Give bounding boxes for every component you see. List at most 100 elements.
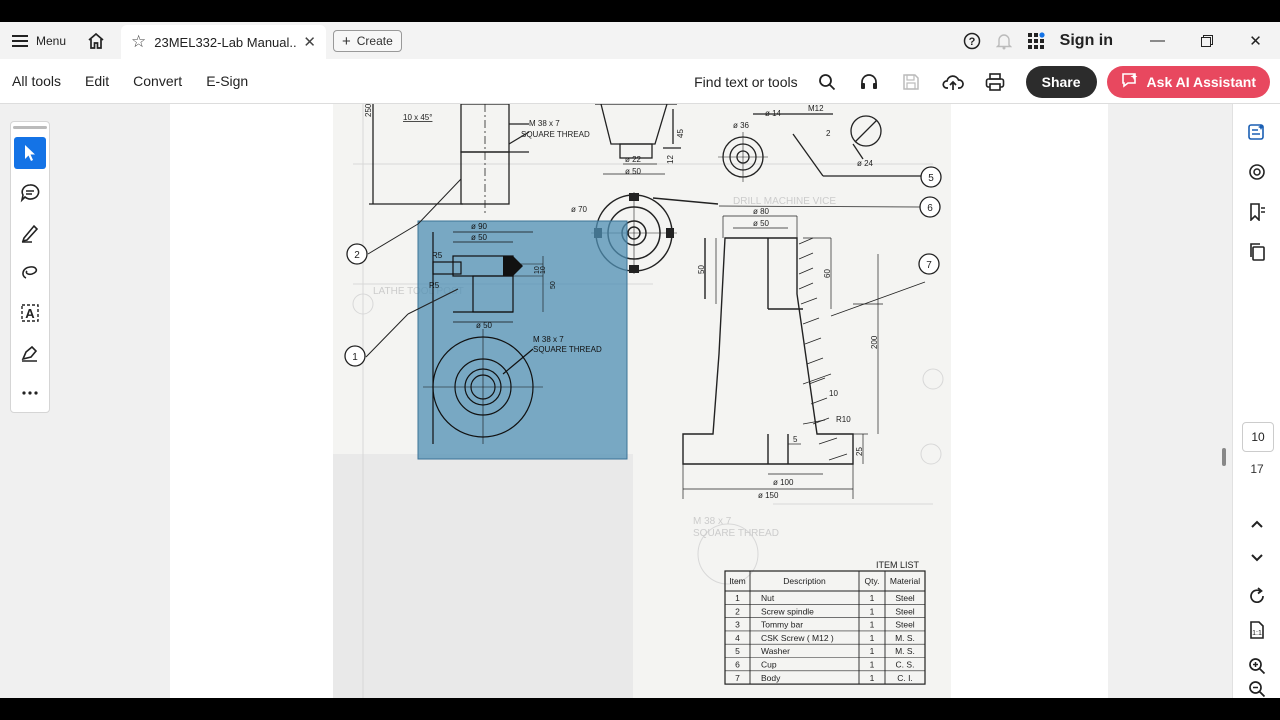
restore-icon[interactable] <box>1182 22 1231 59</box>
zoom-out-icon[interactable] <box>1233 680 1280 698</box>
label-d50-top: ø 50 <box>625 167 642 176</box>
label-m12: M12 <box>808 104 824 113</box>
home-button[interactable] <box>78 22 114 59</box>
more-dots-icon <box>22 391 38 395</box>
tab-title: 23MEL332-Lab Manual... <box>154 34 298 50</box>
table-cell: Washer <box>761 646 790 656</box>
table-cell: 1 <box>870 620 875 630</box>
star-icon[interactable]: ☆ <box>131 32 146 52</box>
label-two: 2 <box>826 129 831 138</box>
svg-text:M 38 x 7: M 38 x 7 <box>693 516 732 527</box>
svg-text:2: 2 <box>354 250 360 261</box>
table-cell: C. I. <box>897 673 913 683</box>
label-d36: ø 36 <box>733 121 750 130</box>
highlight-tool[interactable] <box>14 217 46 249</box>
read-aloud-headphones-icon[interactable] <box>848 59 890 104</box>
close-tab-icon[interactable]: ✕ <box>303 33 316 51</box>
scrollbar-thumb[interactable] <box>1222 448 1226 466</box>
label-d50-c: ø 50 <box>753 219 770 228</box>
print-icon[interactable] <box>974 59 1016 104</box>
hamburger-icon <box>12 32 28 50</box>
cursor-arrow-icon <box>25 145 35 161</box>
label-d14: ø 14 <box>765 109 782 118</box>
create-label: Create <box>356 34 393 48</box>
convert-menu[interactable]: Convert <box>121 73 194 89</box>
table-cell: Tommy bar <box>761 620 803 630</box>
document-viewport[interactable]: LATHE TOOL POST DRILL MACHINE VICE M 38 … <box>170 104 1108 698</box>
chevron-down-icon[interactable] <box>1233 538 1280 578</box>
item-list-title: ITEM LIST <box>876 560 920 570</box>
document-tab[interactable]: ☆ 23MEL332-Lab Manual... ✕ <box>121 25 326 59</box>
search-icon[interactable] <box>806 59 848 104</box>
text-box-tool[interactable]: A <box>14 297 46 329</box>
table-header-cell: Description <box>783 576 826 586</box>
label-thread2-size: M 38 x 7 <box>533 335 564 344</box>
title-bar: Menu ☆ 23MEL332-Lab Manual... ✕ + Create… <box>0 22 1280 59</box>
dim-250: 250 <box>364 104 373 117</box>
create-button[interactable]: + Create <box>333 30 402 52</box>
svg-text:SQUARE THREAD: SQUARE THREAD <box>693 528 779 539</box>
panel-grip[interactable] <box>13 126 47 129</box>
share-button[interactable]: Share <box>1025 65 1097 98</box>
minimize-icon[interactable]: — <box>1133 22 1182 59</box>
table-cell: Steel <box>895 606 914 616</box>
help-icon[interactable]: ? <box>956 22 988 59</box>
dim-45: 45 <box>676 129 685 138</box>
select-tool[interactable] <box>14 137 46 169</box>
label-d70: ø 70 <box>571 205 588 214</box>
notification-bell-icon[interactable] <box>988 22 1020 59</box>
edit-menu[interactable]: Edit <box>73 73 121 89</box>
svg-text:DRILL MACHINE VICE: DRILL MACHINE VICE <box>733 196 836 207</box>
label-d90: ø 90 <box>471 222 488 231</box>
table-cell: 1 <box>870 606 875 616</box>
table-cell: 3 <box>735 620 740 630</box>
esign-menu[interactable]: E-Sign <box>194 73 260 89</box>
ai-assistant-button[interactable]: Ask AI Assistant <box>1106 65 1270 98</box>
all-tools-menu[interactable]: All tools <box>0 73 73 89</box>
bookmark-icon[interactable] <box>1233 192 1280 232</box>
current-page-input[interactable]: 10 <box>1242 422 1274 452</box>
more-tools-button[interactable] <box>14 377 46 409</box>
balloon-6: 6 <box>919 196 941 218</box>
label-r10: R10 <box>836 415 851 424</box>
label-d100: ø 100 <box>773 478 794 487</box>
sign-in-button[interactable]: Sign in <box>1052 32 1133 50</box>
add-comment-tool[interactable] <box>14 177 46 209</box>
balloon-1: 1 <box>344 345 366 367</box>
table-cell: Body <box>761 673 781 683</box>
fit-page-icon[interactable]: 1:1 <box>1233 610 1280 650</box>
close-window-icon[interactable]: ✕ <box>1231 22 1280 59</box>
label-d80: ø 80 <box>753 207 770 216</box>
svg-text:A: A <box>25 306 35 321</box>
table-cell: Cup <box>761 660 777 670</box>
comment-panel-icon[interactable] <box>1233 112 1280 152</box>
ai-chat-icon[interactable] <box>1233 152 1280 192</box>
table-cell: 1 <box>735 593 740 603</box>
table-cell: 6 <box>735 660 740 670</box>
svg-text:6: 6 <box>927 203 933 214</box>
find-text-label[interactable]: Find text or tools <box>694 74 798 90</box>
label-fifty-body: 50 <box>697 265 706 274</box>
svg-text:?: ? <box>968 36 975 48</box>
label-twenty-five: 25 <box>855 447 864 456</box>
table-cell: 2 <box>735 606 740 616</box>
menu-button[interactable]: Menu <box>0 22 78 59</box>
label-d150: ø 150 <box>758 491 779 500</box>
table-cell: M. S. <box>895 646 915 656</box>
label-d22: ø 22 <box>625 155 642 164</box>
apps-grid-icon[interactable] <box>1020 22 1052 59</box>
draw-tool[interactable] <box>14 257 46 289</box>
table-header-cell: Qty. <box>865 576 880 586</box>
table-cell: 7 <box>735 673 740 683</box>
table-cell: 4 <box>735 633 740 643</box>
table-cell: M. S. <box>895 633 915 643</box>
sign-pen-icon <box>21 345 38 362</box>
svg-text:1:1: 1:1 <box>1252 630 1262 637</box>
save-icon[interactable] <box>890 59 932 104</box>
upload-cloud-icon[interactable] <box>932 59 974 104</box>
table-cell: CSK Screw ( M12 ) <box>761 633 834 643</box>
fill-sign-tool[interactable] <box>14 337 46 369</box>
copy-pages-icon[interactable] <box>1233 232 1280 272</box>
label-sixty: 60 <box>823 269 832 278</box>
balloon-2: 2 <box>346 243 368 265</box>
